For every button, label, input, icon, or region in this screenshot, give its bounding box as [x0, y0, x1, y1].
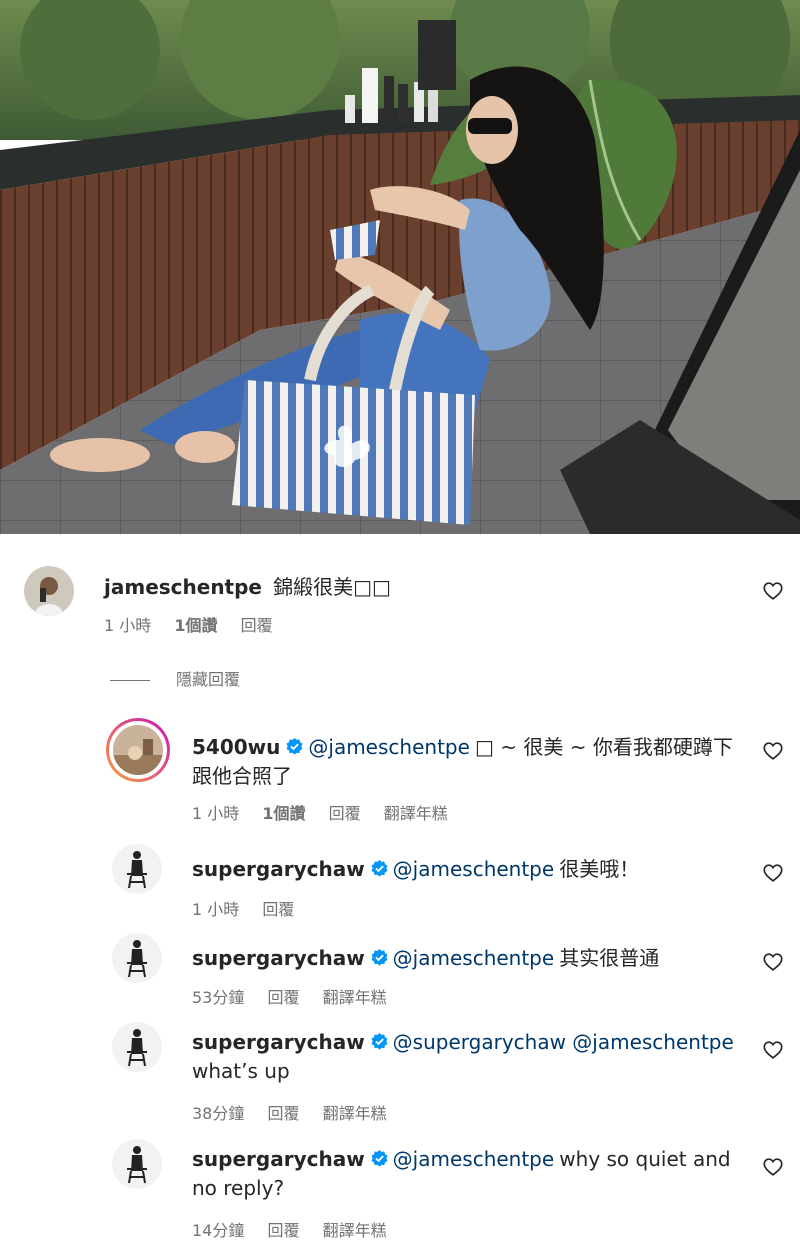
verified-badge-icon: [371, 859, 388, 877]
avatar-supergarychaw-icon: [112, 844, 162, 894]
heart-outline-icon[interactable]: [762, 1156, 784, 1178]
hide-replies-button[interactable]: 隱藏回覆: [110, 666, 240, 690]
post-photo: [0, 0, 800, 534]
hide-replies-label: 隱藏回覆: [176, 670, 241, 689]
translate-button[interactable]: 翻譯年糕: [323, 988, 387, 1007]
verified-badge-icon: [371, 948, 388, 966]
photo-illustration: [0, 0, 800, 534]
reply-button[interactable]: 回覆: [329, 804, 361, 823]
story-ring[interactable]: [106, 718, 170, 782]
reply-likes[interactable]: 1個讚: [262, 804, 305, 823]
reply-mention[interactable]: @jameschentpe: [393, 1147, 555, 1171]
reply-meta: 38分鐘 回覆 翻譯年糕: [192, 1100, 405, 1124]
comment-username[interactable]: jameschentpe: [104, 575, 262, 599]
reply-mention[interactable]: @supergarychaw @jameschentpe: [393, 1030, 734, 1054]
reply-button[interactable]: 回覆: [241, 616, 273, 635]
hide-replies-divider: [110, 680, 150, 681]
heart-outline-icon[interactable]: [762, 1039, 784, 1061]
reply-button[interactable]: 回覆: [267, 988, 299, 1007]
avatar-supergarychaw-icon: [112, 1022, 162, 1072]
avatar-5400wu-icon: [113, 725, 163, 775]
translate-button[interactable]: 翻譯年糕: [323, 1221, 387, 1240]
comment-meta: 1 小時 1個讚 回覆: [104, 612, 291, 636]
comments-section: jameschentpe 錦緞很美□□ 1 小時 1個讚 回覆 隱藏回覆 540…: [0, 534, 800, 1242]
comment-time: 1 小時: [104, 616, 152, 635]
verified-badge-icon: [286, 737, 303, 755]
comment-likes[interactable]: 1個讚: [174, 616, 217, 635]
translate-button[interactable]: 翻譯年糕: [384, 804, 448, 823]
reply-text: □ ~ 很美 ~ 你看我都硬蹲下: [475, 735, 733, 759]
reply-text: why so quiet and: [559, 1147, 731, 1171]
reply-text-continued: no reply?: [192, 1176, 285, 1200]
reply-username[interactable]: 5400wu: [192, 735, 280, 759]
avatar[interactable]: [112, 933, 162, 983]
reply-time: 53分鐘: [192, 988, 245, 1007]
heart-outline-icon[interactable]: [762, 862, 784, 884]
reply-meta: 1 小時 1個讚 回覆 翻譯年糕: [192, 800, 466, 824]
reply-button[interactable]: 回覆: [267, 1221, 299, 1240]
reply-time: 1 小時: [192, 900, 240, 919]
translate-button[interactable]: 翻譯年糕: [323, 1104, 387, 1123]
reply-time: 14分鐘: [192, 1221, 245, 1240]
reply-mention[interactable]: @jameschentpe: [393, 857, 555, 881]
avatar-jameschentpe-icon: [24, 566, 74, 616]
reply-text-continued: 跟他合照了: [192, 764, 292, 788]
avatar[interactable]: [112, 1139, 162, 1189]
comment-text: 錦緞很美□□: [273, 575, 391, 599]
reply-mention[interactable]: @jameschentpe: [308, 735, 470, 759]
reply-button[interactable]: 回覆: [262, 900, 294, 919]
reply-username[interactable]: supergarychaw: [192, 857, 365, 881]
avatar-supergarychaw-icon: [112, 1139, 162, 1189]
reply-username[interactable]: supergarychaw: [192, 1147, 365, 1171]
reply-button[interactable]: 回覆: [267, 1104, 299, 1123]
avatar[interactable]: [112, 844, 162, 894]
reply-text: 很美哦！: [559, 857, 640, 881]
heart-outline-icon[interactable]: [762, 580, 784, 602]
heart-outline-icon[interactable]: [762, 951, 784, 973]
avatar[interactable]: [24, 566, 74, 616]
reply-text: what’s up: [192, 1059, 290, 1083]
reply-time: 1 小時: [192, 804, 240, 823]
verified-badge-icon: [371, 1149, 388, 1167]
avatar-supergarychaw-icon: [112, 933, 162, 983]
reply-meta: 14分鐘 回覆 翻譯年糕: [192, 1217, 405, 1241]
heart-outline-icon[interactable]: [762, 740, 784, 762]
reply-meta: 53分鐘 回覆 翻譯年糕: [192, 984, 405, 1008]
avatar[interactable]: [112, 1022, 162, 1072]
reply-text: 其实很普通: [559, 946, 660, 970]
reply-meta: 1 小時 回覆: [192, 896, 312, 920]
reply-username[interactable]: supergarychaw: [192, 1030, 365, 1054]
reply-mention[interactable]: @jameschentpe: [393, 946, 555, 970]
reply-time: 38分鐘: [192, 1104, 245, 1123]
verified-badge-icon: [371, 1032, 388, 1050]
reply-username[interactable]: supergarychaw: [192, 946, 365, 970]
